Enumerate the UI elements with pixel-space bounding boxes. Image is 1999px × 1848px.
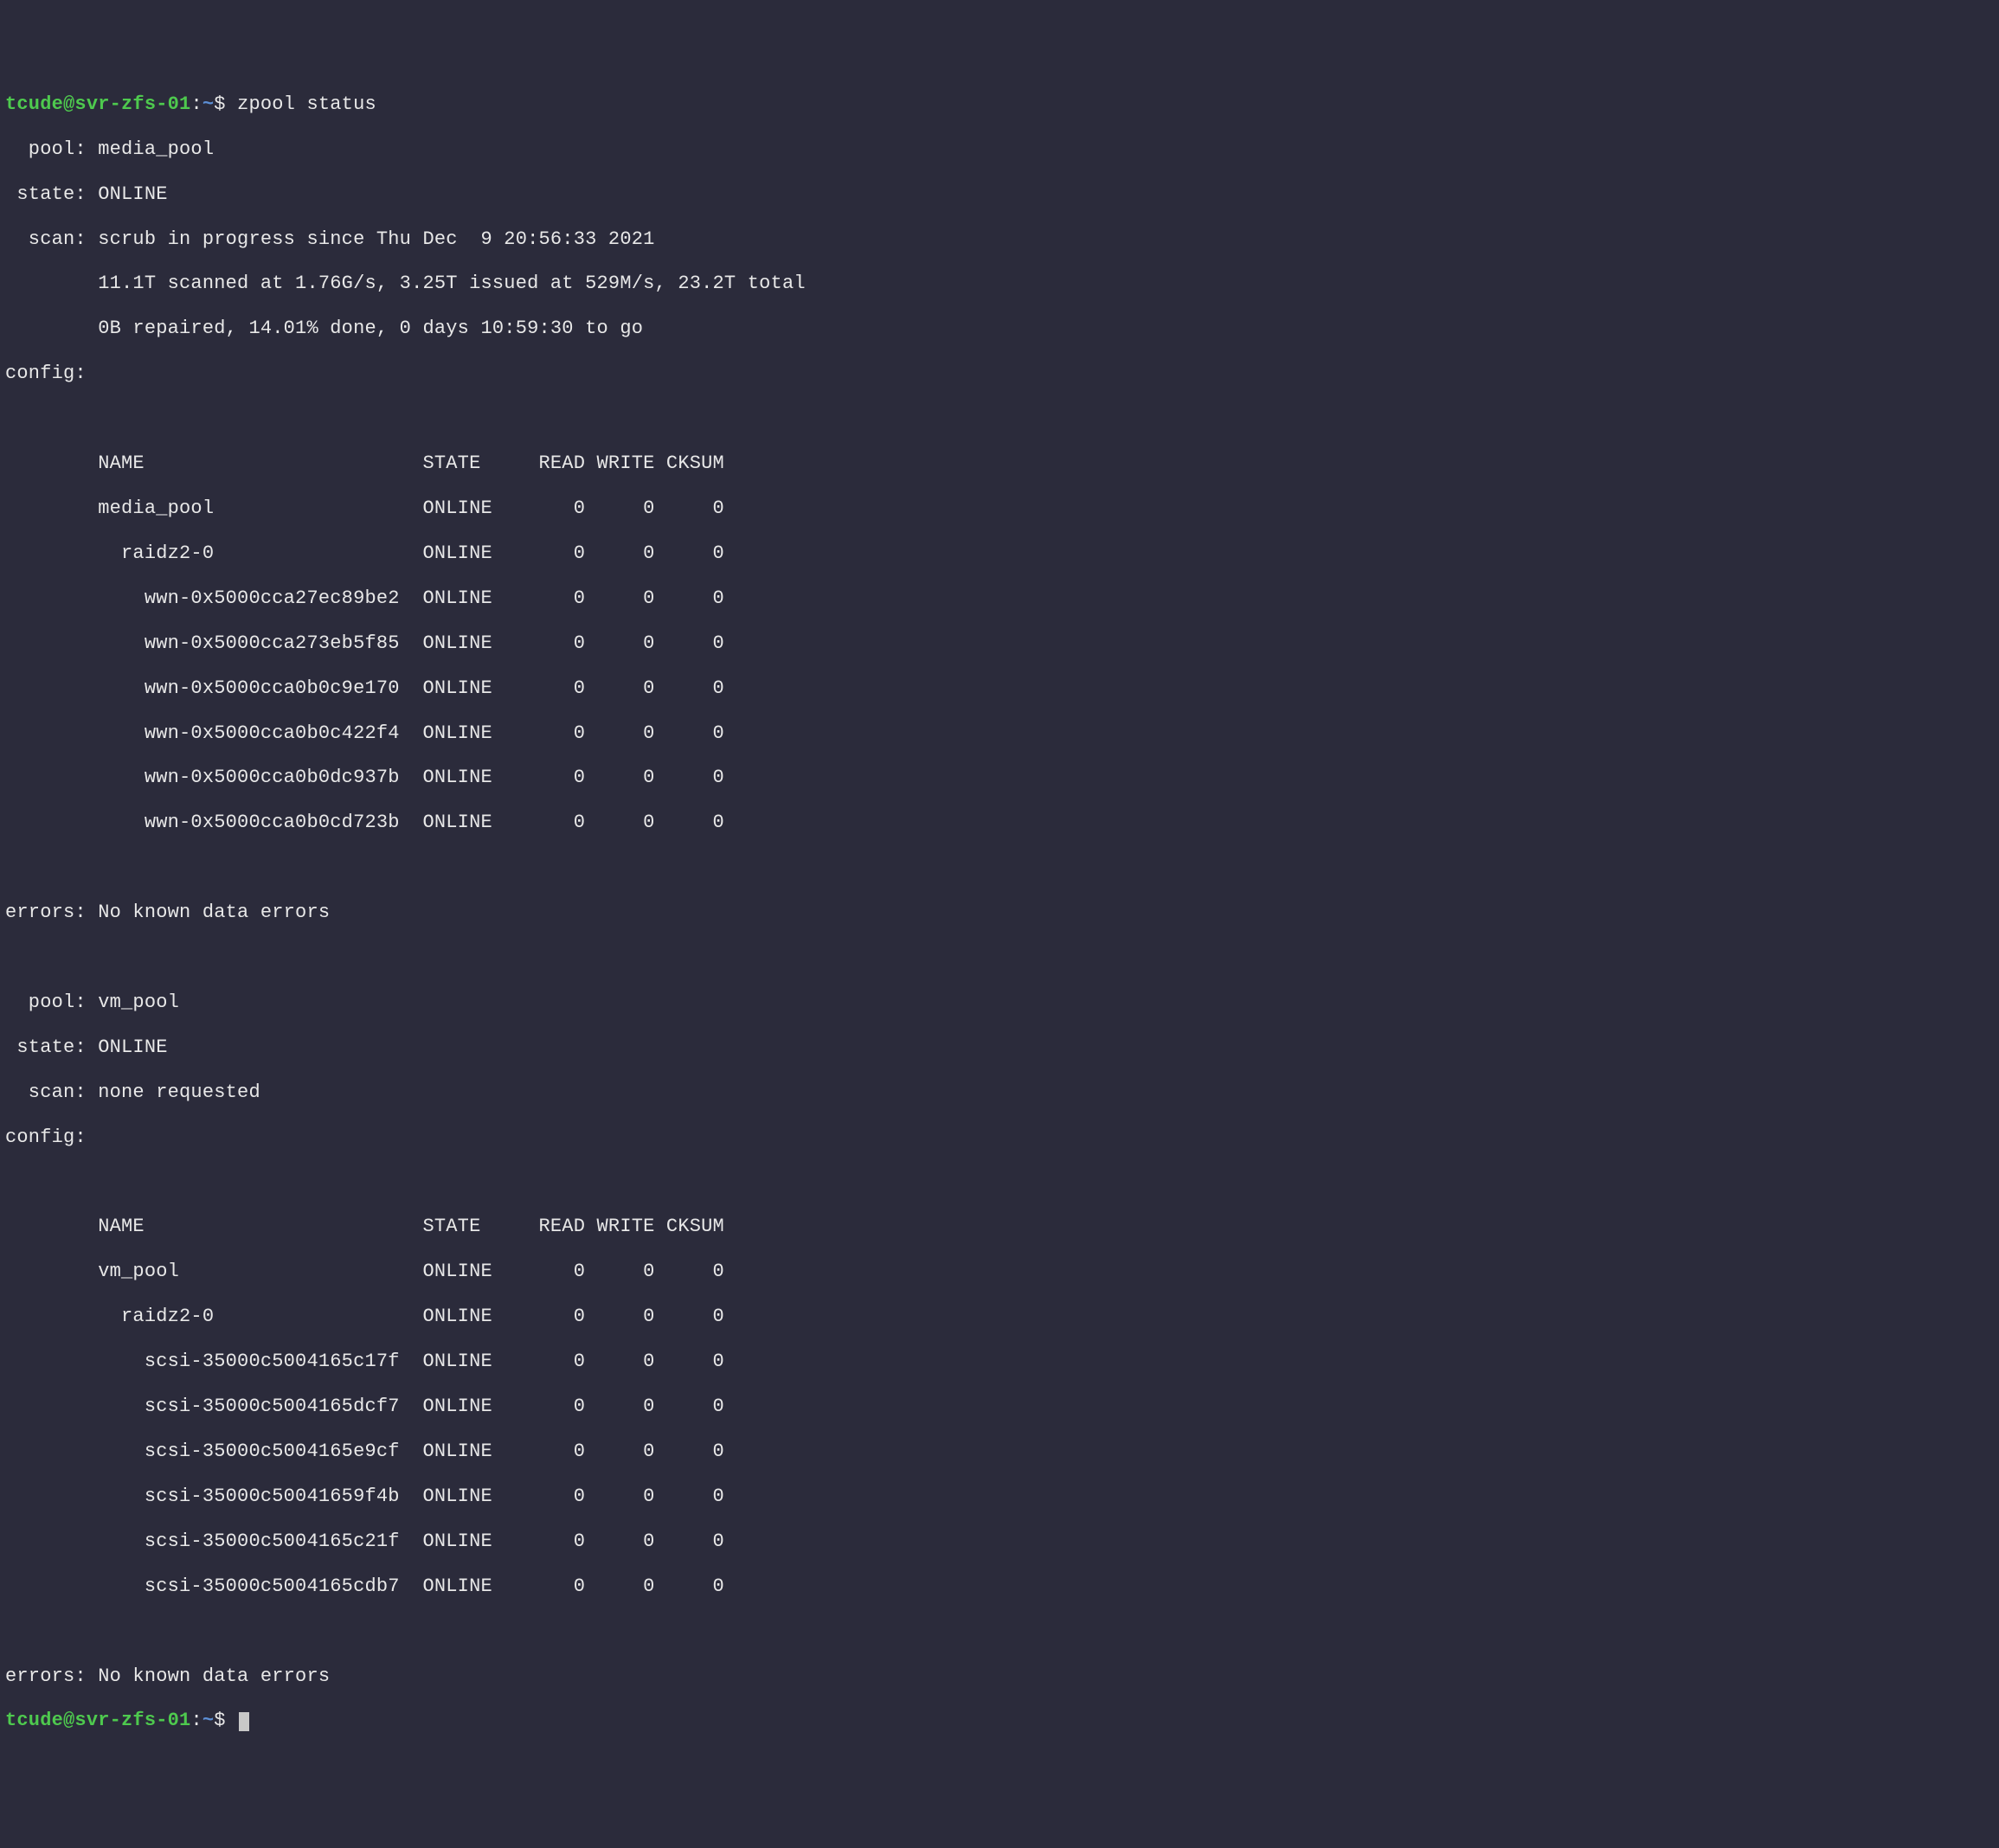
blank-line (5, 946, 1994, 969)
blank-line (5, 407, 1994, 430)
table-row: scsi-35000c5004165c21f ONLINE 0 0 0 (5, 1530, 1994, 1553)
prompt-dollar: $ (214, 93, 237, 115)
blank-line (5, 857, 1994, 879)
errors-label: errors: (5, 902, 98, 923)
table-row: raidz2-0 ONLINE 0 0 0 (5, 542, 1994, 565)
prompt-dollar: $ (214, 1710, 237, 1731)
state-value: ONLINE (98, 1036, 167, 1058)
state-label: state: (5, 183, 98, 205)
prompt-path: ~ (202, 93, 214, 115)
command-text: zpool status (237, 93, 376, 115)
blank-line (5, 1171, 1994, 1194)
table-row: wwn-0x5000cca0b0c9e170 ONLINE 0 0 0 (5, 677, 1994, 700)
pool-name: media_pool (98, 138, 214, 160)
pool2-scan-line: scan: none requested (5, 1081, 1994, 1104)
table-row: wwn-0x5000cca273eb5f85 ONLINE 0 0 0 (5, 632, 1994, 655)
pool-label: pool: (5, 138, 98, 160)
table-row: media_pool ONLINE 0 0 0 (5, 497, 1994, 520)
pool1-config-label: config: (5, 363, 1994, 385)
pool1-scan-line3: 0B repaired, 14.01% done, 0 days 10:59:3… (5, 318, 1994, 340)
prompt-path: ~ (202, 1710, 214, 1731)
table-row: scsi-35000c5004165e9cf ONLINE 0 0 0 (5, 1441, 1994, 1463)
errors-label: errors: (5, 1665, 98, 1687)
table-row: scsi-35000c5004165c17f ONLINE 0 0 0 (5, 1351, 1994, 1373)
errors-value: No known data errors (98, 1665, 330, 1687)
table-row: scsi-35000c50041659f4b ONLINE 0 0 0 (5, 1485, 1994, 1508)
prompt-user-host: tcude@svr-zfs-01 (5, 93, 190, 115)
table-row: raidz2-0 ONLINE 0 0 0 (5, 1306, 1994, 1328)
scan-label: scan: (5, 228, 98, 250)
prompt-user-host: tcude@svr-zfs-01 (5, 1710, 190, 1731)
table-row: wwn-0x5000cca0b0cd723b ONLINE 0 0 0 (5, 812, 1994, 834)
pool2-state-line: state: ONLINE (5, 1036, 1994, 1059)
pool2-pool-line: pool: vm_pool (5, 991, 1994, 1014)
table-row: scsi-35000c5004165dcf7 ONLINE 0 0 0 (5, 1396, 1994, 1418)
pool2-errors-line: errors: No known data errors (5, 1665, 1994, 1688)
pool2-header: NAME STATE READ WRITE CKSUM (5, 1216, 1994, 1238)
pool1-scan-line2: 11.1T scanned at 1.76G/s, 3.25T issued a… (5, 273, 1994, 295)
state-value: ONLINE (98, 183, 167, 205)
scan-text: scrub in progress since Thu Dec 9 20:56:… (98, 228, 654, 250)
prompt-colon: : (190, 93, 202, 115)
table-row: wwn-0x5000cca0b0dc937b ONLINE 0 0 0 (5, 767, 1994, 789)
errors-value: No known data errors (98, 902, 330, 923)
pool1-errors-line: errors: No known data errors (5, 902, 1994, 924)
table-row: wwn-0x5000cca27ec89be2 ONLINE 0 0 0 (5, 587, 1994, 610)
prompt-line-2[interactable]: tcude@svr-zfs-01:~$ (5, 1710, 1994, 1732)
table-row: vm_pool ONLINE 0 0 0 (5, 1261, 1994, 1283)
pool1-scan-line1: scan: scrub in progress since Thu Dec 9 … (5, 228, 1994, 251)
scan-value: none requested (98, 1081, 260, 1103)
table-row: wwn-0x5000cca0b0c422f4 ONLINE 0 0 0 (5, 722, 1994, 745)
scan-label: scan: (5, 1081, 98, 1103)
pool2-config-label: config: (5, 1126, 1994, 1149)
pool-label: pool: (5, 991, 98, 1013)
pool1-pool-line: pool: media_pool (5, 138, 1994, 161)
table-row: scsi-35000c5004165cdb7 ONLINE 0 0 0 (5, 1575, 1994, 1598)
pool-name: vm_pool (98, 991, 179, 1013)
prompt-line-1[interactable]: tcude@svr-zfs-01:~$ zpool status (5, 93, 1994, 116)
blank-line (5, 1620, 1994, 1643)
cursor-icon (239, 1712, 249, 1731)
state-label: state: (5, 1036, 98, 1058)
pool1-header: NAME STATE READ WRITE CKSUM (5, 452, 1994, 475)
pool1-state-line: state: ONLINE (5, 183, 1994, 206)
prompt-colon: : (190, 1710, 202, 1731)
